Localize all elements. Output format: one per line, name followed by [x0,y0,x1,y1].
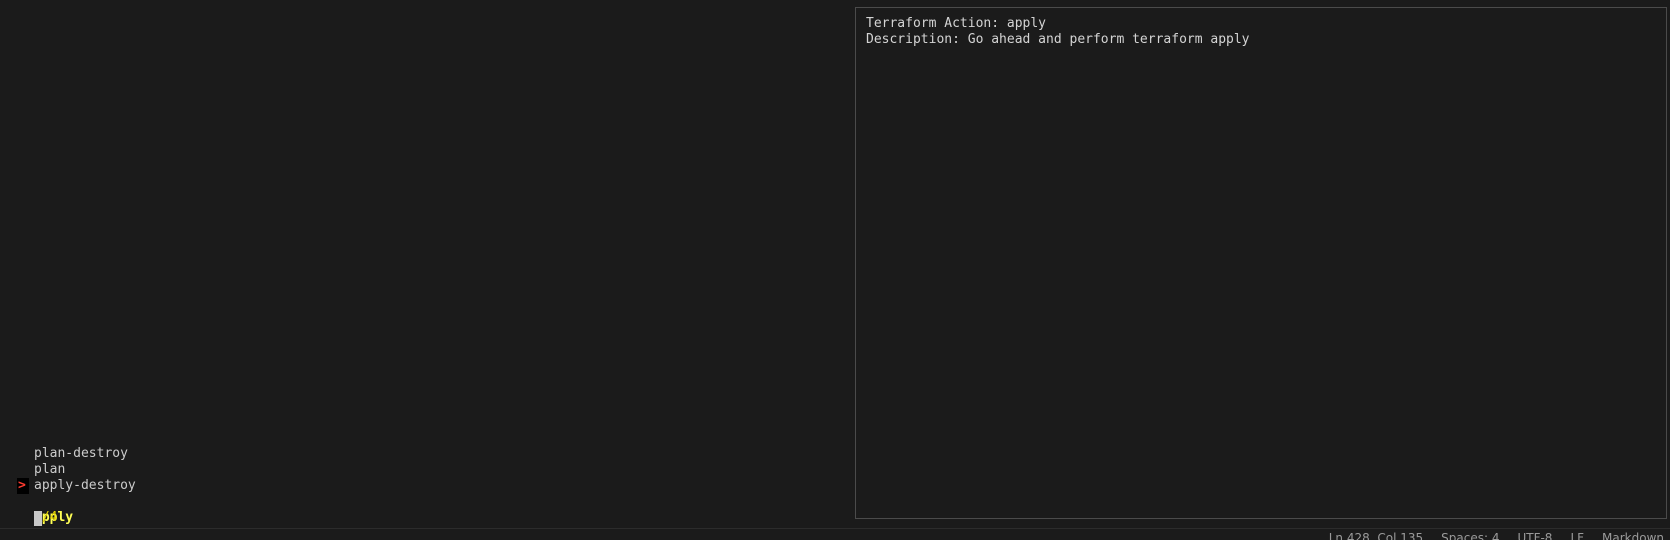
text-cursor[interactable] [34,511,42,526]
match-count: 4/4 [0,494,840,525]
encoding-setting[interactable]: UTF-8 [1517,531,1552,540]
selection-pointer-icon: > [17,478,29,494]
cursor-position[interactable]: Ln 428, Col 135 [1329,531,1423,540]
preview-pane: Terraform Action: apply Description: Go … [855,7,1667,519]
query-prompt-line[interactable]: > [0,510,840,540]
eol-setting[interactable]: LF [1570,531,1584,540]
indentation-setting[interactable]: Spaces: 4 [1441,531,1499,540]
status-bar: Ln 428, Col 135 Spaces: 4 UTF-8 LF Markd… [0,528,1670,540]
language-mode[interactable]: Markdown [1602,531,1664,540]
terminal-pane: plan-destroy plan apply-destroy > apply … [0,0,1670,540]
list-item[interactable]: apply-destroy [0,462,840,493]
list-item[interactable]: plan [0,446,840,477]
preview-description-line: Description: Go ahead and perform terraf… [866,32,1250,47]
fzf-picker: plan-destroy plan apply-destroy > apply … [0,430,840,540]
list-item[interactable]: plan-destroy [0,430,840,461]
list-item-selected[interactable]: > apply [0,478,840,525]
preview-action-line: Terraform Action: apply [866,16,1047,31]
